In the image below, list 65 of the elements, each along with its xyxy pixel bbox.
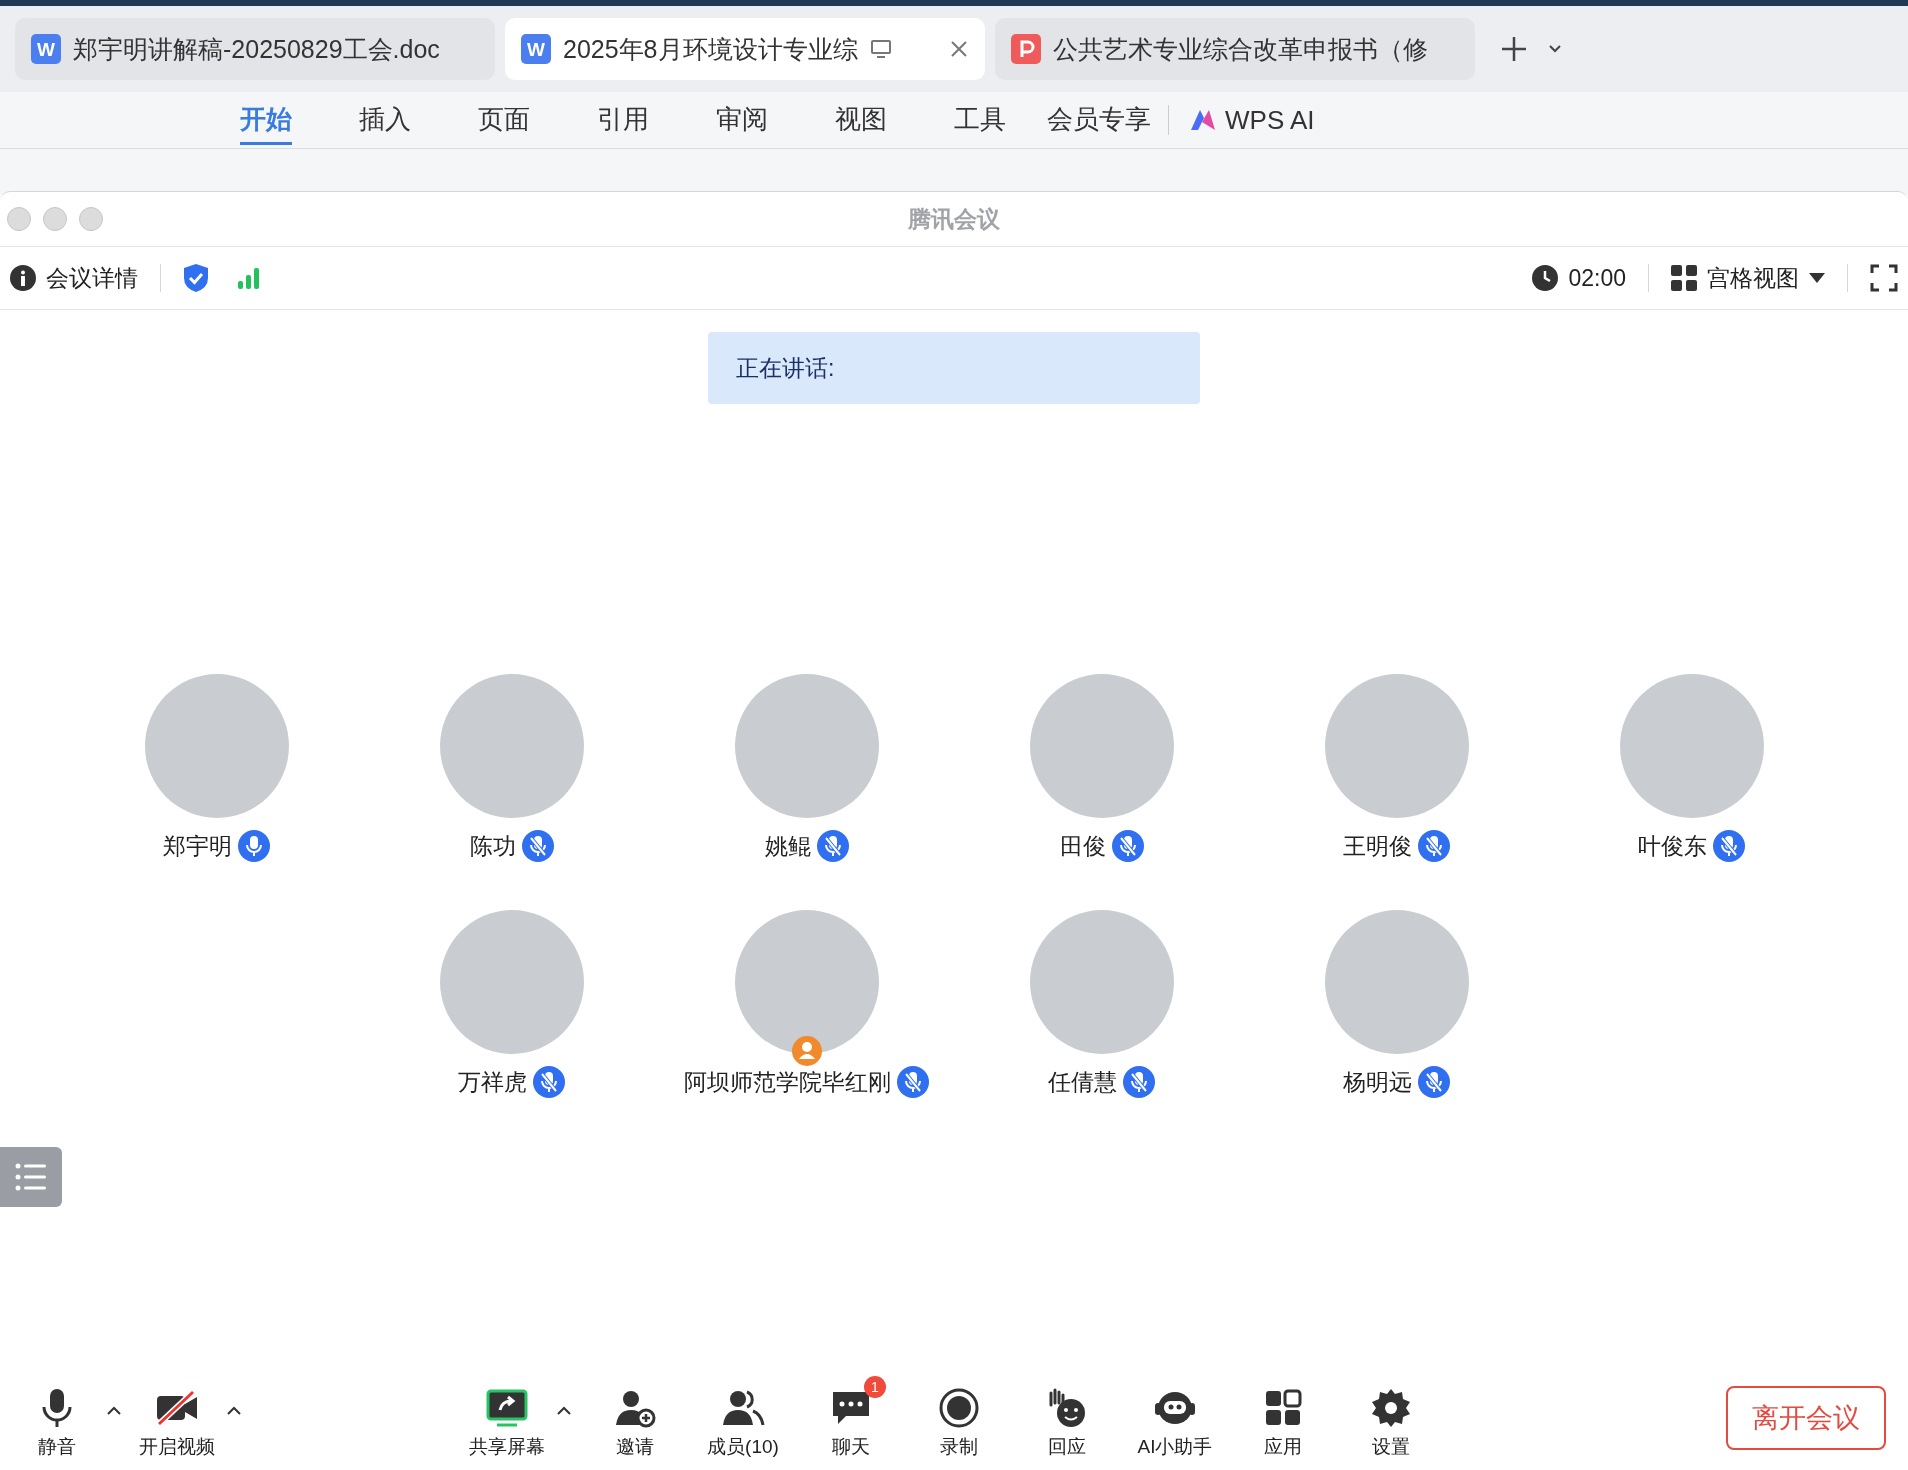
toolbar-button[interactable]: 成员(10) [698,1376,788,1460]
toolbar-button[interactable]: 回应 [1022,1376,1112,1460]
monitor-icon[interactable] [869,39,892,59]
shield-check-icon[interactable] [183,263,209,293]
toolbar-button[interactable]: 邀请 [590,1376,680,1460]
record-icon [938,1387,980,1429]
fullscreen-icon[interactable] [1870,264,1898,292]
toolbar-button[interactable]: 设置 [1346,1376,1436,1460]
document-tab[interactable]: W 2025年8月环境设计专业综 [505,18,985,80]
participant-name: 叶俊东 [1638,831,1707,861]
toolbar-button[interactable]: 应用 [1238,1376,1328,1460]
participant-name: 郑宇明 [163,831,232,861]
ai-logo-icon [1189,108,1217,132]
toolbar-button[interactable]: 静音 [12,1376,102,1460]
ribbon-tab[interactable]: 引用 [563,92,682,148]
grid-icon [1263,1388,1303,1428]
document-icon: W [31,34,61,64]
meeting-details-label: 会议详情 [46,263,138,293]
document-tab[interactable]: W 郑宇明讲解稿-20250829工会.doc [15,18,495,80]
caret-icon[interactable] [226,1406,242,1416]
screen-share-icon [485,1388,529,1428]
caret-icon[interactable] [556,1406,572,1416]
participant-name: 万祥虎 [458,1067,527,1097]
ribbon-tab[interactable]: 页面 [444,92,563,148]
unread-count-badge: 1 [864,1376,886,1398]
clock-icon [1532,265,1559,291]
speaking-label: 正在讲话: [736,353,835,383]
toolbar-button[interactable]: 开启视频 [132,1376,222,1460]
toolbar-button[interactable]: 共享屏幕 [462,1376,552,1460]
plus-icon[interactable] [1499,34,1529,64]
window-title: 腾讯会议 [908,205,1000,232]
ribbon-tab[interactable]: 会员专享 [1039,92,1158,148]
ribbon-tab[interactable]: 开始 [206,92,325,148]
document-icon: W [521,34,551,64]
caret-icon[interactable] [106,1406,122,1416]
info-icon [10,265,36,291]
grid-icon [1671,265,1697,291]
add-person-icon [613,1388,657,1428]
ribbon-tab[interactable]: 插入 [325,92,444,148]
ribbon-tab[interactable]: 工具 [920,92,1039,148]
participant-name: 王明俊 [1343,831,1412,861]
leave-meeting-button[interactable]: 离开会议 [1726,1386,1886,1450]
ribbon-tab[interactable]: 审阅 [682,92,801,148]
toolbar-button[interactable]: 聊天 1 [806,1376,896,1460]
participant-name: 任倩慧 [1048,1067,1117,1097]
participant-name: 陈功 [469,831,516,861]
participant-name: 姚鲲 [764,831,811,861]
meeting-timer: 02:00 [1568,264,1626,292]
chevron-down-icon[interactable] [1547,44,1563,54]
list-toggle-button[interactable] [0,1147,62,1207]
ribbon-tab[interactable]: 视图 [801,92,920,148]
toolbar-button[interactable]: AI小助手 [1130,1376,1220,1460]
participant-name: 杨明远 [1343,1067,1412,1097]
signal-icon[interactable] [237,266,261,290]
document-icon [1011,34,1041,64]
document-tab[interactable]: 公共艺术专业综合改革申报书（修 [995,18,1475,80]
view-mode-label[interactable]: 宫格视图 [1707,262,1799,294]
ai-button[interactable]: WPS AI [1189,104,1315,136]
participant-name: 阿坝师范学院毕红刚 [684,1067,891,1097]
toolbar-button[interactable]: 录制 [914,1376,1004,1460]
participant-name: 田俊 [1059,831,1106,861]
caret-down-icon [1809,273,1825,283]
list-icon [15,1163,47,1191]
close-icon[interactable] [949,39,969,59]
settings-icon [1370,1387,1412,1429]
